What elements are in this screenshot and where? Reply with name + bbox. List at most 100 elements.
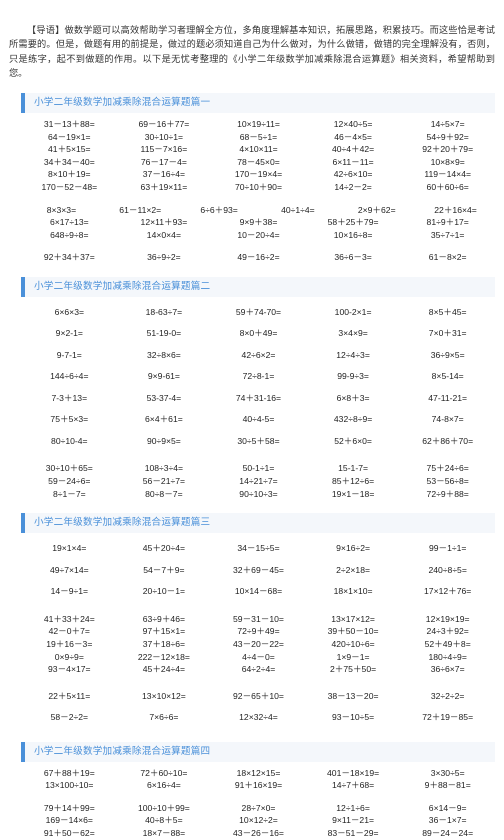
- problem-section: 小学二年级数学加减乘除混合运算题篇一 31－13＋88= 69－16＋77= 10×1…: [0, 93, 504, 264]
- math-problem: 432÷8÷9=: [333, 414, 373, 425]
- math-problem: 54÷9＋92=: [426, 131, 469, 142]
- problem-section: 小学二年级数学加减乘除混合运算题篇二 6×6×3= 18-63÷7= 59＋74-70…: [0, 276, 504, 500]
- math-problem: 170－52－48=: [41, 181, 98, 192]
- math-problem: 58＋25＋79=: [327, 217, 379, 228]
- math-problem: 67＋88＋19=: [43, 767, 95, 778]
- math-problem: 99-9÷3=: [337, 371, 369, 382]
- math-problem: 72÷9＋88=: [426, 488, 469, 499]
- math-problem: 36÷6－3=: [334, 252, 372, 263]
- math-problem: 14÷2－2=: [334, 181, 372, 192]
- math-problem: 119－14×4=: [424, 169, 471, 180]
- math-problem: 7×6÷6=: [149, 712, 179, 723]
- math-problem: 12×32÷4=: [239, 712, 278, 723]
- problem-row: 92＋34＋37= 36÷9÷2= 49－16÷2= 36÷6－3= 61－8×2=: [22, 251, 495, 264]
- math-problem: 36÷6×7=: [430, 664, 465, 675]
- math-problem: 34－15÷5=: [237, 543, 280, 554]
- math-problem: 12×11＋93=: [140, 217, 188, 228]
- math-problem: 10－20÷4=: [237, 229, 280, 240]
- problem-row: 9×2-1= 51-19-0= 8×0＋49= 3×4×9= 7×0＋31=: [22, 323, 495, 345]
- math-problem: 180÷4÷9=: [428, 651, 467, 662]
- math-problem: 40÷4＋42=: [331, 144, 375, 155]
- problem-row: 19＋16－3= 37＋18÷6= 43－20－22= 420÷10÷6= 52＋49＋…: [22, 638, 495, 651]
- math-problem: 9×11－21=: [332, 815, 375, 826]
- section-body: 31－13＋88= 69－16＋77= 10×19÷11= 12×40÷5= 14÷5×…: [0, 113, 504, 264]
- problem-row: 42－0＋7= 97＋15×1= 72÷9＋49= 39＋50－10= 24÷3＋92=: [22, 625, 495, 638]
- math-problem: 53-37-4=: [146, 392, 182, 403]
- math-problem: 22＋16×4=: [434, 204, 477, 215]
- math-problem: 6×17÷13=: [49, 217, 89, 228]
- math-problem: 12×40÷5=: [333, 119, 373, 129]
- math-problem: 72＋60÷10=: [140, 767, 188, 778]
- problem-row: 30÷10＋65= 108÷3÷4= 50-1÷1= 15-1-7= 75＋24÷6=: [22, 462, 495, 475]
- math-problem: 92－65＋10=: [233, 690, 284, 701]
- problem-row: 0×9÷9= 222－12×18= 4÷4－0= 1×9－1= 180÷4÷9=: [22, 651, 495, 664]
- problem-row: 169－14×6= 40÷8＋5= 10×12÷2= 9×11－21= 36－1×7=: [22, 814, 495, 827]
- math-problem: 420÷10÷6=: [331, 638, 375, 649]
- problem-row: 59－24÷6= 56－21÷7= 14÷21÷7= 85＋12÷6= 53－56÷8=: [22, 475, 495, 488]
- math-problem: 401－18×19=: [327, 767, 380, 778]
- math-problem: 64÷2÷4=: [241, 664, 276, 675]
- math-problem: 52＋49＋8=: [424, 638, 471, 649]
- math-problem: 13×100÷10=: [45, 780, 94, 791]
- section-body: 67＋88＋19= 72＋60÷10= 18×12×15= 401－18×19= 3×3…: [0, 762, 504, 840]
- math-problem: 4÷4－0=: [242, 651, 275, 662]
- math-problem: 40÷8＋5=: [145, 815, 183, 826]
- math-problem: 6×14－9=: [428, 802, 467, 813]
- problem-section: 小学二年级数学加减乘除混合运算题篇三 19×1×4= 45＋20÷4= 34－15÷5…: [0, 513, 504, 728]
- math-problem: 80÷10-4=: [51, 435, 88, 446]
- math-problem: 10×8×9=: [430, 156, 465, 167]
- math-problem: 10×16÷8=: [333, 229, 373, 240]
- math-problem: 51-19-0=: [146, 328, 182, 339]
- math-problem: 8×0＋49=: [239, 328, 278, 339]
- math-problem: 14×0×4=: [146, 229, 181, 240]
- math-problem: 17×12＋76=: [424, 586, 472, 597]
- section-body: 6×6×3= 18-63÷7= 59＋74-70= 100-2×1= 8×5＋45= 9×…: [0, 297, 504, 500]
- math-problem: 45＋20÷4=: [142, 543, 185, 554]
- math-problem: 85＋12÷6=: [331, 476, 375, 487]
- math-problem: 35÷7÷1=: [430, 229, 465, 240]
- problem-group: 79＋14＋99= 100÷10＋99= 28÷7×0= 12÷1÷6= 6×14－9=…: [22, 802, 495, 840]
- math-problem: 14÷7＋68=: [331, 780, 375, 791]
- math-problem: 19×1×4=: [52, 543, 87, 554]
- math-problem: 32＋69－45=: [233, 564, 284, 575]
- math-problem: 8÷1－7=: [52, 488, 86, 499]
- problem-row: 14－9÷1= 20÷10－1= 10×14－68= 18×1×10= 17×12＋76…: [22, 581, 495, 603]
- math-problem: 9×9-61=: [147, 371, 180, 382]
- math-problem: 6×16÷4=: [146, 780, 181, 791]
- math-problem: 8×5-14=: [431, 371, 464, 382]
- section-header: 小学二年级数学加减乘除混合运算题篇四: [21, 741, 495, 762]
- math-problem: 2＋75＋50=: [330, 664, 377, 675]
- math-problem: 64－19×1=: [48, 131, 91, 142]
- problem-row: 7-3＋13= 53-37-4= 74＋31-16= 6×8＋3= 47-11-21=: [22, 388, 495, 410]
- math-problem: 10×14－68=: [234, 586, 283, 597]
- math-problem: 62＋86＋70=: [422, 435, 474, 446]
- math-problem: 39＋50－10=: [327, 626, 379, 637]
- math-problem: 0×9÷9=: [54, 651, 84, 662]
- section-body: 19×1×4= 45＋20÷4= 34－15÷5= 9×16÷2= 99－1÷1= 49÷…: [0, 533, 504, 728]
- section-header: 小学二年级数学加减乘除混合运算题篇一: [21, 93, 495, 113]
- math-problem: 93－4×17=: [48, 664, 91, 675]
- math-problem: 12÷1÷6=: [336, 802, 370, 813]
- math-problem: 144÷6÷4=: [50, 371, 89, 382]
- problem-row: 58－2÷2= 7×6÷6= 12×32÷4= 93－10÷5= 72＋19－85=: [22, 707, 495, 729]
- math-problem: 2×9＋62=: [357, 204, 396, 215]
- math-problem: 47-11-21=: [428, 392, 468, 403]
- math-problem: 3×30÷5=: [430, 767, 465, 778]
- math-problem: 648÷9÷8=: [50, 229, 89, 240]
- math-problem: 74-8×7=: [431, 414, 464, 425]
- math-problem: 2÷2×18=: [336, 564, 371, 575]
- problem-row: 8÷1－7= 80÷8－7= 90÷10÷3= 19×1－18= 72÷9＋88=: [22, 488, 495, 501]
- math-problem: 91＋50－62=: [43, 828, 95, 839]
- problem-row: 31－13＋88= 69－16＋77= 10×19÷11= 12×40÷5= 14÷5×…: [22, 118, 495, 131]
- math-problem: 42÷6×10=: [333, 169, 373, 180]
- math-problem: 76－17－4=: [140, 156, 187, 167]
- problem-group: 92＋34＋37= 36÷9÷2= 49－16÷2= 36÷6－3= 61－8×2=: [22, 251, 495, 264]
- problem-row: 67＋88＋19= 72＋60÷10= 18×12×15= 401－18×19= 3×3…: [22, 767, 495, 780]
- math-problem: 75＋24÷6=: [426, 463, 469, 474]
- math-problem: 61－11×2=: [119, 204, 162, 215]
- math-problem: 72÷9＋49=: [237, 626, 280, 637]
- math-problem: 68－5÷1=: [239, 131, 278, 142]
- math-problem: 6÷6＋93=: [200, 204, 238, 215]
- problem-section: 小学二年级数学加减乘除混合运算题篇四 67＋88＋19= 72＋60÷10= 18×1…: [0, 741, 504, 840]
- math-problem: 99－1÷1=: [428, 543, 467, 554]
